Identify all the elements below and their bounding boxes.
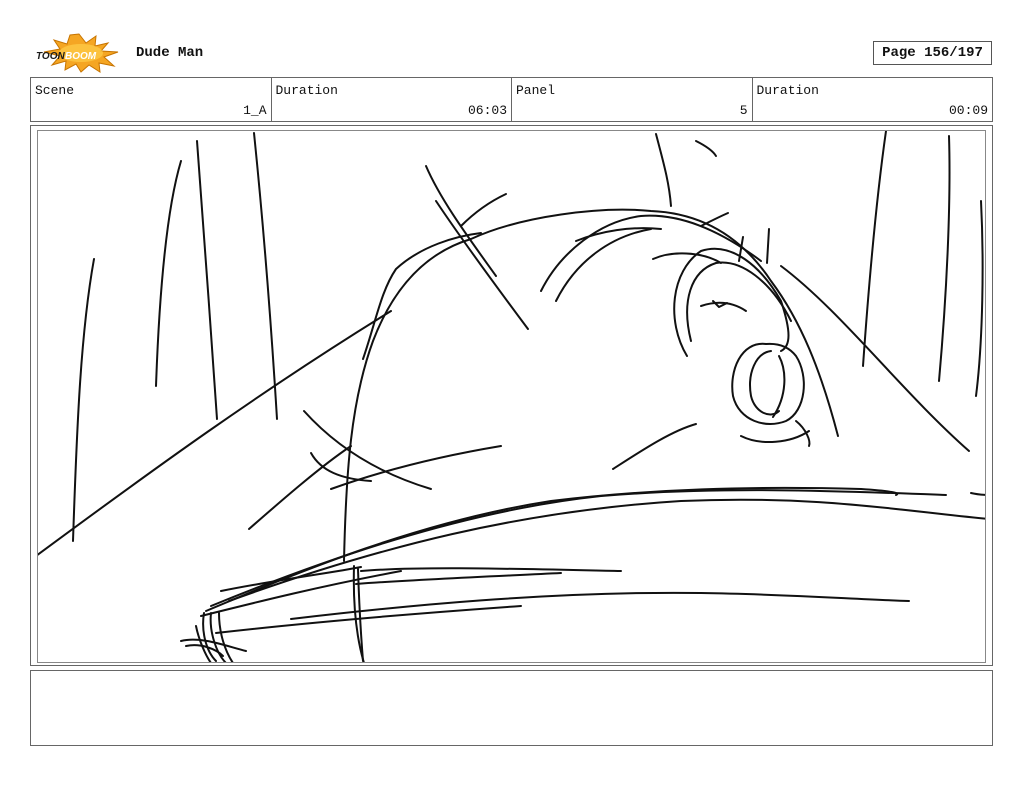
- info-row: Scene 1_A Duration 06:03 Panel 5 Duratio…: [30, 77, 993, 122]
- page-number: Page 156/197: [873, 41, 992, 65]
- scene-label: Scene: [35, 83, 75, 98]
- scene-cell: Scene 1_A: [31, 78, 272, 121]
- panel-duration-label: Duration: [756, 83, 819, 98]
- storyboard-panel: [37, 130, 986, 663]
- project-title: Dude Man: [136, 45, 204, 61]
- panel-cell: Panel 5: [512, 78, 753, 121]
- svg-text:BOOM: BOOM: [65, 51, 97, 62]
- scene-duration-value: 06:03: [467, 103, 507, 118]
- panel-duration-value: 00:09: [948, 103, 988, 118]
- toonboom-logo: TOON BOOM: [36, 33, 119, 73]
- scene-duration-label: Duration: [275, 83, 338, 98]
- panel-duration-cell: Duration 00:09: [753, 78, 993, 121]
- svg-text:TOON: TOON: [36, 51, 65, 62]
- sketch-drawing: [38, 131, 985, 662]
- notes-box: [30, 670, 993, 746]
- panel-value: 5: [739, 103, 748, 118]
- scene-duration-cell: Duration 06:03: [272, 78, 512, 121]
- scene-value: 1_A: [243, 103, 267, 118]
- panel-label: Panel: [516, 83, 556, 98]
